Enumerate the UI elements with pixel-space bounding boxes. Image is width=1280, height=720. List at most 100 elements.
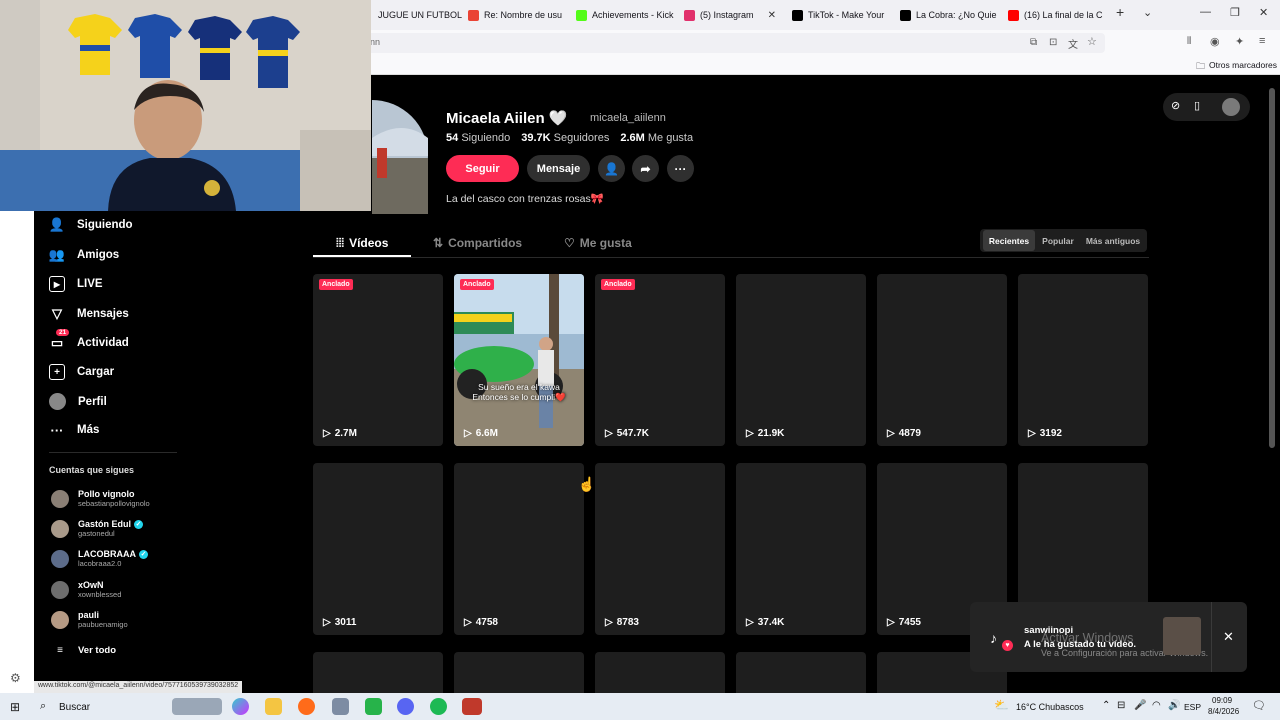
video-card[interactable]: ▷ 37.4K [736,463,866,635]
sidebar-item-more[interactable]: ··· Más [49,422,100,438]
browser-tab[interactable]: JUGUE UN FUTBOL ✕ [372,4,462,26]
followed-account[interactable]: pauli paubuenamigo [51,610,128,629]
extensions-icon[interactable]: ✦ [1235,35,1244,48]
tab-liked[interactable]: ♡ Me gusta [564,229,632,257]
sidebar-item-live[interactable]: ▶ LIVE [49,276,103,292]
sidebar-item-messages[interactable]: ▽ Mensajes [49,306,129,322]
chevron-up-icon[interactable]: ⌃ [1102,700,1110,711]
view-count: ▷ 547.7K [605,428,649,439]
chevron-down-icon[interactable]: ⌄ [1143,6,1152,19]
video-card[interactable]: ▷ 3011 [313,463,443,635]
close-window-icon[interactable]: ✕ [1259,6,1268,19]
browser-tab[interactable]: La Cobra: ¿No Quie ✕ [894,4,1000,26]
see-all-link[interactable]: ≡ Ver todo [51,645,116,656]
menu-icon[interactable]: ≡ [1259,35,1265,47]
sidebar-item-friends[interactable]: 👥 Amigos [49,247,119,263]
taskbar-search[interactable]: Buscar [59,702,90,713]
discord-icon[interactable] [397,698,414,715]
new-tab-icon[interactable]: + [1116,4,1124,20]
copilot-icon[interactable] [232,698,249,715]
spotify-icon[interactable] [430,698,447,715]
close-icon[interactable]: ✕ [889,10,890,21]
user-avatar-icon[interactable] [1222,98,1240,116]
video-card[interactable]: Anclado ▷ 547.7K [595,274,725,446]
close-icon[interactable]: ✕ [567,10,568,21]
browser-tab[interactable]: (16) La final de la C ✕ [1002,4,1106,26]
followed-account[interactable]: Gastón Edul ✓ gastonedul [51,519,144,538]
streaming-app-icon[interactable] [365,698,382,715]
sidebar-item-profile[interactable]: Perfil [49,393,107,410]
screenshot-icon[interactable]: ⧉ [1030,37,1037,48]
wifi-icon[interactable]: ◠ [1152,700,1161,711]
scrollbar-thumb[interactable] [1269,88,1275,448]
other-bookmarks[interactable]: Otros marcadores [1209,60,1277,70]
browser-tab[interactable]: (5) Instagram ✕ [678,4,782,26]
windows-start-icon[interactable]: ⊞ [10,700,20,714]
video-card[interactable]: Anclado Su sueño era el kawa Entonces se… [454,274,584,446]
minimize-icon[interactable]: — [1200,6,1211,18]
sidebar-item-upload[interactable]: + Cargar [49,364,114,380]
mobile-icon[interactable]: ▯ [1194,99,1200,112]
clock-time[interactable]: 09:09 [1212,696,1232,705]
followers-stat[interactable]: 39.7K Seguidores [521,132,609,144]
video-card[interactable] [313,652,443,693]
divider [313,257,1149,258]
followed-account[interactable]: LACOBRAAA ✓ lacobraaa2.0 [51,549,148,568]
sort-oldest[interactable]: Más antiguos [1081,230,1145,251]
tab-reposts[interactable]: ⇅ Compartidos [433,229,522,257]
file-explorer-icon[interactable] [265,698,282,715]
followed-account[interactable]: xOwN xownblessed [51,580,121,599]
browser-tab[interactable]: Re: Nombre de usu ✕ [462,4,568,26]
video-card[interactable]: Anclado ▷ 2.7M [313,274,443,446]
star-icon[interactable]: ☆ [1087,35,1097,48]
video-card[interactable] [736,652,866,693]
weather-text[interactable]: 16°C Chubascos [1016,702,1084,712]
avatar [51,610,69,629]
maximize-icon[interactable]: ❐ [1230,6,1240,19]
profile-avatar[interactable] [372,98,428,214]
language-indicator[interactable]: ESP [1184,702,1201,712]
sidebar-item-following[interactable]: 👤 Siguiendo [49,217,133,233]
video-card[interactable] [595,652,725,693]
notifications-icon[interactable]: 🗨 [1252,699,1266,712]
library-icon[interactable]: ⫴ [1187,36,1191,47]
video-card[interactable]: ▷ 4879 [877,274,1007,446]
browser-tab[interactable]: TikTok - Make Your ✕ [786,4,890,26]
like-notification[interactable]: ♪ ♥ sanwiinopi A le ha gustado tu vídeo.… [970,602,1247,672]
tab-videos[interactable]: ⦙⦙⦙ Vídeos [336,229,388,257]
clock-date[interactable]: 8/4/2026 [1208,707,1239,716]
settings-gear-icon[interactable]: ⚙ [10,671,21,685]
view-count-text: 37.4K [757,617,785,628]
close-icon[interactable]: ✕ [768,10,776,21]
video-card[interactable] [454,652,584,693]
video-editor-icon[interactable] [462,698,482,715]
sort-popular[interactable]: Popular [1038,230,1078,251]
video-card[interactable]: ▷ 21.9K [736,274,866,446]
sidebar-item-activity[interactable]: ▭ 21 Actividad [49,329,129,351]
following-stat[interactable]: 54 Siguiendo [446,132,510,144]
firefox-icon[interactable] [298,698,315,715]
more-options-icon[interactable]: ··· [667,155,694,182]
browser-tab[interactable]: Achievements - Kick [570,4,678,26]
account-icon[interactable]: ◉ [1210,35,1220,48]
microphone-icon[interactable]: 🎤 [1134,700,1146,711]
follow-button[interactable]: Seguir [446,155,519,182]
sort-recent[interactable]: Recientes [983,230,1035,251]
network-icon[interactable]: ⊟ [1117,700,1125,711]
followed-account[interactable]: Pollo vignolo sebastianpollovignolo [51,489,150,508]
add-friend-icon[interactable]: 👤 [598,155,625,182]
play-icon: ▷ [605,428,613,439]
video-card[interactable]: ▷ 4758 [454,463,584,635]
view-count: ▷ 4758 [464,617,498,628]
video-card[interactable]: ▷ 3192 [1018,274,1148,446]
share-icon[interactable]: ➦ [632,155,659,182]
compass-icon[interactable]: ⊘ [1171,99,1180,112]
volume-icon[interactable]: 🔊 [1168,700,1180,711]
url-field[interactable]: nn [360,33,1105,53]
save-icon[interactable]: ⊡ [1049,37,1057,48]
video-card[interactable]: ▷ 8783 [595,463,725,635]
translate-icon[interactable]: 文 [1068,36,1078,51]
app-icon[interactable] [332,698,349,715]
close-icon[interactable]: ✕ [1223,629,1234,645]
message-button[interactable]: Mensaje [527,155,590,182]
